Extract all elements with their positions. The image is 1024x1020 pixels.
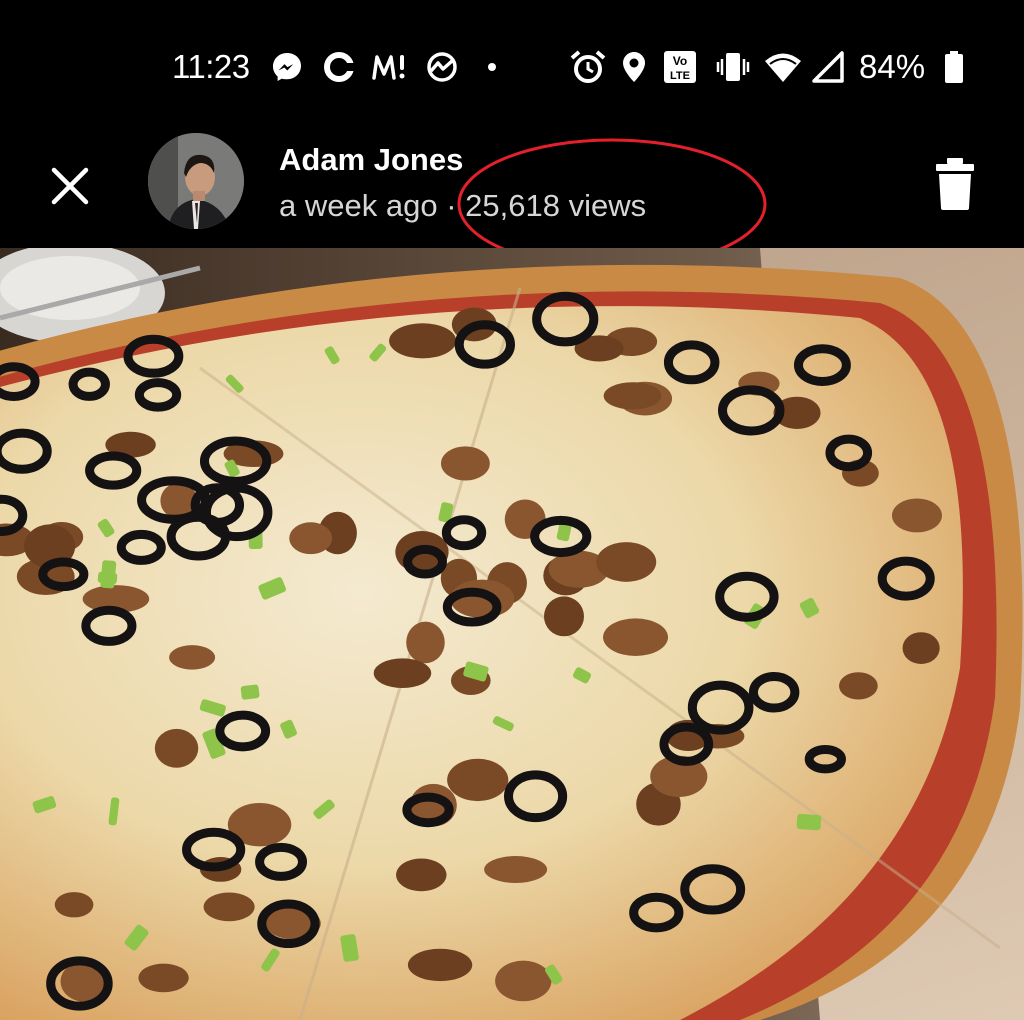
close-icon [51, 167, 89, 205]
viewer-header: Adam Jones a week ago · 25,618 views [0, 130, 1024, 248]
battery-icon [942, 50, 966, 84]
battery-percent: 84% [859, 48, 926, 85]
chart-app-icon [422, 50, 462, 84]
location-icon [620, 50, 648, 84]
wifi-icon [763, 50, 803, 84]
trash-icon [936, 158, 974, 210]
pizza-photo [0, 248, 1024, 1020]
photo-view[interactable] [0, 248, 1024, 1020]
status-bar: 11:23 Vo LTE 84% [0, 0, 1024, 130]
vibrate-icon [714, 50, 752, 84]
view-count: 25,618 views [465, 188, 647, 223]
owner-name[interactable]: Adam Jones [279, 142, 463, 178]
close-button[interactable] [44, 160, 96, 212]
dot-icon [482, 50, 502, 84]
photo-meta: a week ago · 25,618 views [279, 188, 646, 224]
alarm-icon [569, 50, 607, 84]
sync-app-icon [322, 50, 356, 84]
delete-button[interactable] [932, 156, 978, 212]
avatar-photo [148, 133, 244, 229]
volte-icon: Vo LTE [663, 50, 697, 84]
cell-signal-icon [810, 50, 846, 84]
messenger-icon [270, 50, 304, 84]
svg-text:LTE: LTE [670, 70, 690, 82]
avatar[interactable] [148, 133, 244, 229]
svg-text:Vo: Vo [673, 54, 687, 68]
meta-separator: · [446, 188, 457, 223]
status-time: 11:23 [172, 48, 250, 85]
meetup-icon [370, 50, 410, 84]
posted-time: a week ago [279, 188, 438, 223]
